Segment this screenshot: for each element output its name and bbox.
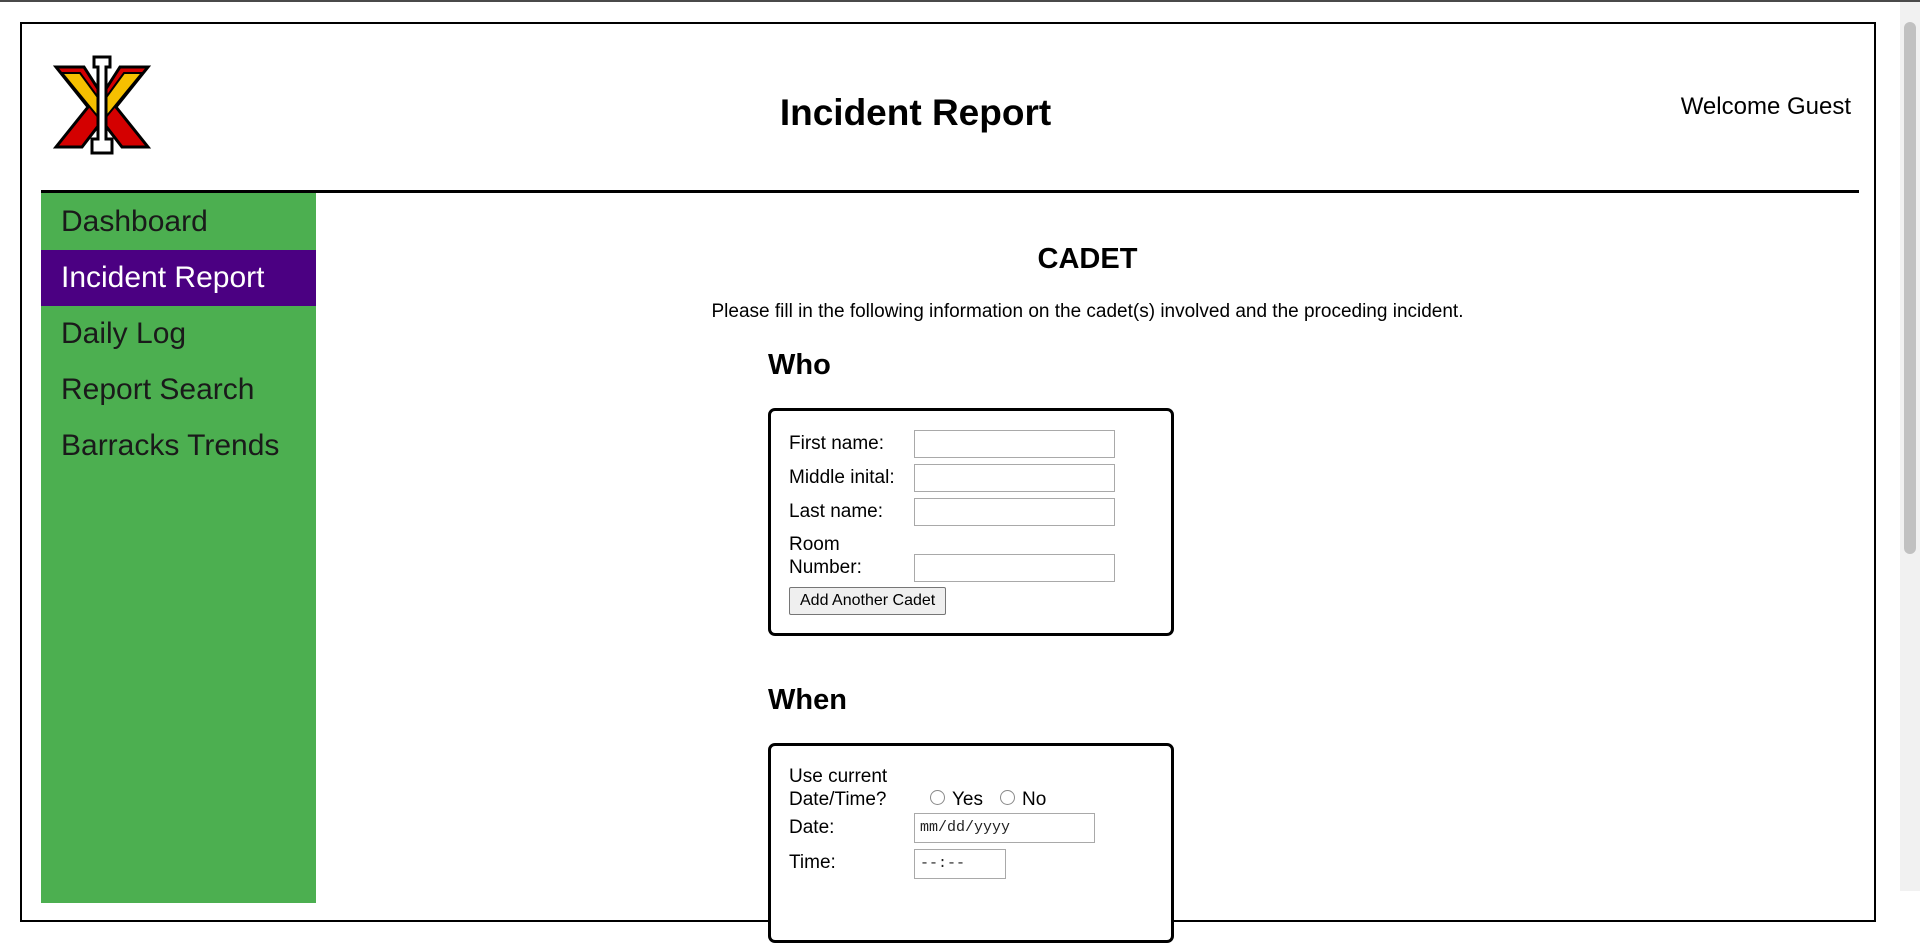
first-name-field[interactable]	[914, 430, 1115, 458]
first-name-label: First name:	[789, 433, 885, 454]
room-number-field[interactable]	[914, 554, 1115, 582]
date-label: Date:	[789, 817, 835, 838]
time-field[interactable]: --:--	[914, 849, 1006, 879]
yes-label: Yes	[952, 789, 983, 810]
scrollbar-thumb[interactable]	[1904, 22, 1916, 554]
when-heading: When	[768, 684, 847, 716]
date-field[interactable]: mm/dd/yyyy	[914, 813, 1095, 843]
sidebar-nav: Dashboard Incident Report Daily Log Repo…	[41, 193, 316, 903]
page-title: Incident Report	[779, 92, 1052, 133]
sidebar-item-barracks-trends[interactable]: Barracks Trends	[41, 418, 316, 474]
room-number-label-line1: Room	[789, 534, 840, 555]
middle-initial-field[interactable]	[914, 464, 1115, 492]
use-current-label-line2: Date/Time?	[789, 789, 887, 810]
window-top-border	[0, 0, 1920, 2]
sidebar-item-report-search[interactable]: Report Search	[41, 362, 316, 418]
vertical-scrollbar[interactable]	[1900, 2, 1920, 891]
use-current-yes-radio[interactable]	[930, 790, 945, 805]
use-current-label-line1: Use current	[789, 766, 888, 787]
section-title: CADET	[1037, 243, 1138, 275]
sidebar-item-daily-log[interactable]: Daily Log	[41, 306, 316, 362]
last-name-field[interactable]	[914, 498, 1115, 526]
middle-initial-label: Middle inital:	[789, 467, 895, 488]
last-name-label: Last name:	[789, 501, 883, 522]
welcome-message: Welcome Guest	[1680, 93, 1851, 120]
room-number-label-line2: Number:	[789, 557, 862, 578]
use-current-no-radio[interactable]	[1000, 790, 1015, 805]
when-fieldset: Use current Date/Time? Yes No Date: mm/d…	[768, 743, 1174, 943]
add-another-cadet-button[interactable]: Add Another Cadet	[789, 587, 947, 615]
time-label: Time:	[789, 852, 836, 873]
sidebar-item-incident-report[interactable]: Incident Report	[41, 250, 316, 306]
no-label: No	[1022, 789, 1047, 810]
sidebar-item-dashboard[interactable]: Dashboard	[41, 194, 316, 250]
who-fieldset: First name: Middle inital: Last name: Ro…	[768, 408, 1174, 636]
intro-text: Please fill in the following information…	[711, 301, 1464, 322]
who-heading: Who	[768, 349, 831, 381]
